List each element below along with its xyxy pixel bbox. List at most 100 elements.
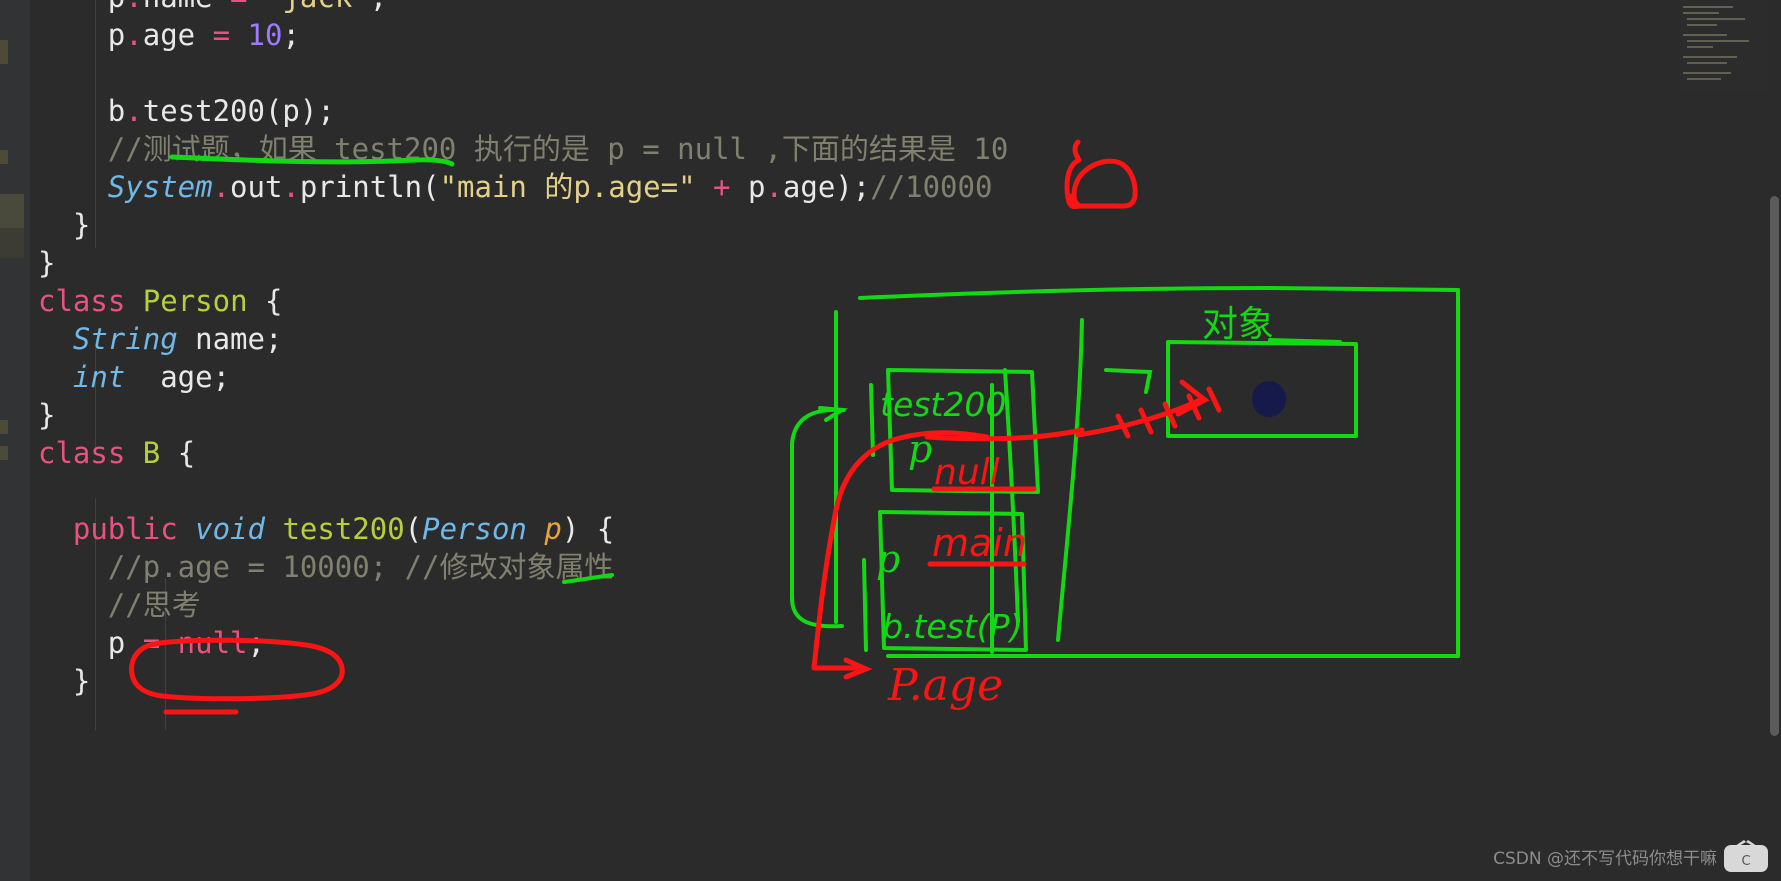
minimap-row: [1687, 78, 1721, 80]
gutter-marker: [0, 150, 8, 164]
code-line[interactable]: System.out.println("main 的p.age=" + p.ag…: [108, 168, 993, 206]
code-token: String: [72, 322, 178, 356]
code-token: +: [713, 170, 731, 204]
svg-text:C: C: [1741, 854, 1750, 869]
code-token: Person: [422, 512, 527, 546]
code-token: test200: [282, 512, 405, 546]
minimap-row: [1683, 12, 1719, 14]
code-token: =: [212, 18, 231, 52]
code-token: null: [177, 626, 248, 660]
minimap-row: [1683, 56, 1737, 58]
code-token: println(: [299, 170, 440, 204]
code-line[interactable]: //p.age = 10000; //修改对象属性: [108, 548, 614, 586]
code-token: .: [125, 0, 142, 14]
code-token: }: [38, 398, 56, 432]
gutter-marker: [0, 446, 8, 460]
code-token: );: [835, 170, 871, 204]
code-token: int: [72, 360, 126, 394]
code-token: //测试题，如果 test200 执行的是 p = null ,下面的结果是 1…: [107, 132, 1009, 166]
code-line[interactable]: class B {: [38, 434, 195, 472]
code-token: p: [107, 18, 126, 52]
code-editor-surface[interactable]: p.name = "jack";p.age = 10;b.test200(p);…: [38, 0, 1781, 881]
minimap-row: [1687, 40, 1749, 42]
code-token: //思考: [107, 588, 201, 622]
minimap-row: [1687, 62, 1727, 64]
code-line[interactable]: //测试题，如果 test200 执行的是 p = null ,下面的结果是 1…: [108, 130, 1009, 168]
code-line[interactable]: String name;: [73, 320, 283, 358]
code-token: System: [107, 170, 213, 204]
code-token: b: [107, 94, 126, 128]
code-line[interactable]: p.name = "jack";: [108, 0, 387, 16]
code-token: }: [72, 664, 91, 698]
code-token: //p.age = 10000; //修改对象属性: [107, 550, 614, 584]
code-token: out: [230, 170, 283, 204]
code-fold-strip[interactable]: [30, 0, 38, 881]
code-line[interactable]: }: [73, 662, 90, 700]
minimap-row: [1687, 46, 1713, 48]
indent-guide: [95, 0, 96, 248]
minimap-row: [1687, 24, 1717, 26]
scrollbar-thumb[interactable]: [1770, 196, 1779, 736]
code-token: class: [38, 284, 126, 318]
code-token: public: [72, 512, 178, 546]
watermark-text: CSDN @还不写代码你想干嘛: [1493, 848, 1717, 869]
code-token: //10000: [870, 170, 993, 204]
code-line[interactable]: p = null;: [108, 624, 265, 662]
code-line[interactable]: }: [73, 206, 90, 244]
editor-window: p.name = "jack";p.age = 10;b.test200(p);…: [0, 0, 1781, 881]
code-token: name;: [177, 322, 283, 356]
code-line[interactable]: b.test200(p);: [108, 92, 335, 130]
code-token: age;: [125, 360, 231, 394]
minimap-row: [1683, 34, 1727, 36]
gutter-highlight-block: [0, 228, 24, 258]
code-token: 10: [247, 18, 283, 52]
code-token: B: [142, 436, 161, 470]
code-token: p: [108, 0, 125, 14]
code-token: ;: [282, 18, 300, 52]
code-token: .: [765, 170, 783, 204]
code-token: class: [38, 436, 126, 470]
code-token: p: [544, 512, 562, 546]
code-line[interactable]: }: [38, 396, 55, 434]
code-token: }: [38, 246, 56, 280]
minimap-row: [1687, 18, 1745, 20]
code-token: (: [404, 512, 423, 546]
code-token: .: [125, 18, 143, 52]
code-token: p: [107, 626, 126, 660]
minimap-row: [1683, 72, 1731, 74]
code-token: {: [160, 436, 196, 470]
code-token: ) {: [561, 512, 615, 546]
code-token: test200(p);: [142, 94, 335, 128]
gutter-highlight-block: [0, 194, 24, 228]
gutter-marker: [0, 420, 8, 434]
code-line[interactable]: public void test200(Person p) {: [73, 510, 614, 548]
code-token: }: [72, 208, 91, 242]
code-token: "main 的p.age=": [439, 170, 696, 204]
watermark: CSDN @还不写代码你想干嘛 C: [1493, 839, 1769, 873]
code-token: .: [125, 94, 143, 128]
vertical-scrollbar[interactable]: [1767, 0, 1781, 881]
code-token: age: [782, 170, 836, 204]
code-token: ;: [370, 0, 387, 14]
code-token: ;: [247, 626, 265, 660]
code-line[interactable]: //思考: [108, 586, 201, 624]
code-token: age: [142, 18, 196, 52]
code-minimap[interactable]: [1679, 0, 1767, 92]
code-token: .: [282, 170, 300, 204]
code-line[interactable]: p.age = 10;: [108, 16, 300, 54]
code-line[interactable]: int age;: [73, 358, 230, 396]
code-line[interactable]: class Person {: [38, 282, 282, 320]
csdn-logo-icon: C: [1723, 839, 1769, 873]
code-line[interactable]: }: [38, 244, 55, 282]
